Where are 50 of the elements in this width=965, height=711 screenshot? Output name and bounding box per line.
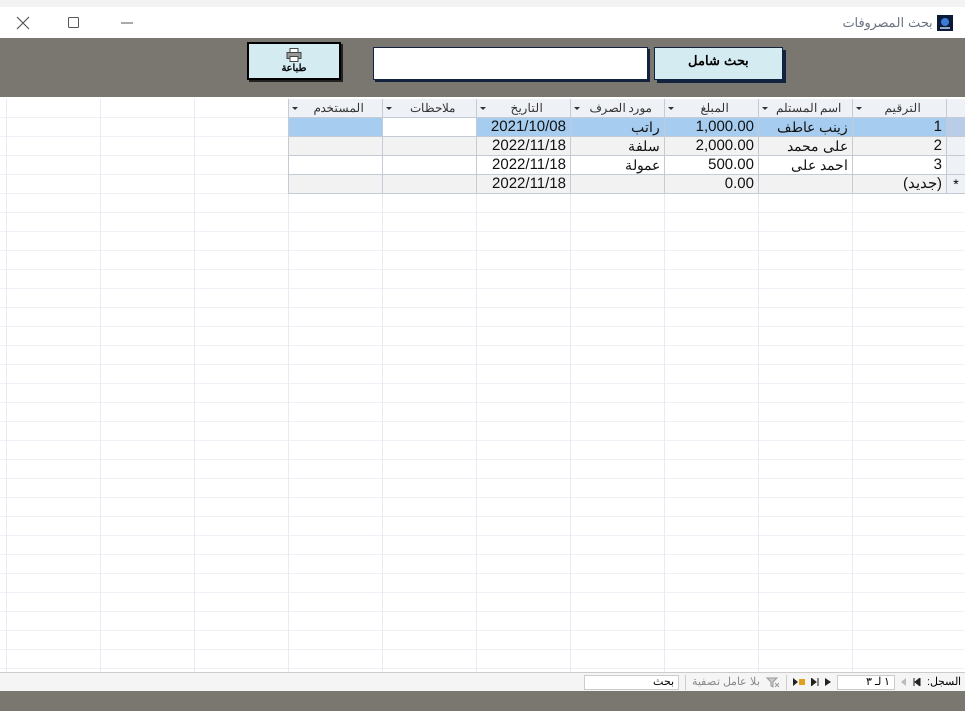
search-field[interactable] xyxy=(373,47,648,80)
record-position-field[interactable]: ١ لـ ٣ xyxy=(836,674,895,690)
row-selector[interactable]: * xyxy=(946,175,965,194)
column-header[interactable]: الترقيم xyxy=(852,99,946,118)
record-label: السجل: xyxy=(926,674,961,690)
dropdown-arrow-icon[interactable] xyxy=(668,106,674,110)
table-cell: 500.00 xyxy=(664,156,758,175)
minimize-icon[interactable] xyxy=(121,22,133,24)
table-cell: 2 xyxy=(852,137,946,156)
table-cell: 1,000.00 xyxy=(664,118,758,137)
table-cell: 1 xyxy=(852,118,946,137)
first-record-icon[interactable] xyxy=(912,678,921,686)
column-header[interactable]: اسم المستلم xyxy=(758,99,852,118)
table-cell: عمولة xyxy=(570,156,664,175)
table-cell: 2022/11/18 xyxy=(476,156,570,175)
dropdown-arrow-icon[interactable] xyxy=(856,106,862,110)
table-cell: زينب عاطف xyxy=(758,118,852,137)
table-cell: (جديد) xyxy=(852,175,946,194)
table-cell: 2022/11/18 xyxy=(476,137,570,156)
table-cell: 2021/10/08 xyxy=(476,118,570,137)
last-record-icon[interactable] xyxy=(810,678,819,686)
table-cell: 3 xyxy=(852,156,946,175)
table-cell: سلفة xyxy=(570,137,664,156)
column-header[interactable]: المبلغ xyxy=(664,99,758,118)
printer-icon xyxy=(286,48,302,62)
dropdown-arrow-icon[interactable] xyxy=(480,106,486,110)
print-button[interactable]: طباعة xyxy=(247,42,341,80)
maximize-icon[interactable] xyxy=(68,17,79,28)
close-icon[interactable] xyxy=(16,16,30,30)
column-header[interactable]: مورد الصرف xyxy=(570,99,664,118)
column-header[interactable]: المستخدم xyxy=(288,99,382,118)
dropdown-arrow-icon[interactable] xyxy=(574,106,580,110)
new-record-icon[interactable] xyxy=(792,678,805,686)
dropdown-arrow-icon[interactable] xyxy=(292,106,298,110)
table-cell: 2,000.00 xyxy=(664,137,758,156)
window-title: بحث المصروفات xyxy=(842,14,933,32)
dropdown-arrow-icon[interactable] xyxy=(762,106,768,110)
table-cell: 0.00 xyxy=(664,175,758,194)
column-header[interactable]: التاريخ xyxy=(476,99,570,118)
table-cell: على محمد xyxy=(758,137,852,156)
dropdown-arrow-icon[interactable] xyxy=(386,106,392,110)
search-box[interactable]: بحث xyxy=(584,674,679,690)
search-button[interactable]: بحث شامل xyxy=(654,47,783,80)
column-header[interactable]: ملاحظات xyxy=(382,99,476,118)
app-icon xyxy=(937,14,953,30)
table-cell: 2022/11/18 xyxy=(476,175,570,194)
filter-icon xyxy=(766,676,780,688)
next-record-icon[interactable] xyxy=(824,678,831,686)
table-cell: احمد على xyxy=(758,156,852,175)
table-cell: راتب xyxy=(570,118,664,137)
